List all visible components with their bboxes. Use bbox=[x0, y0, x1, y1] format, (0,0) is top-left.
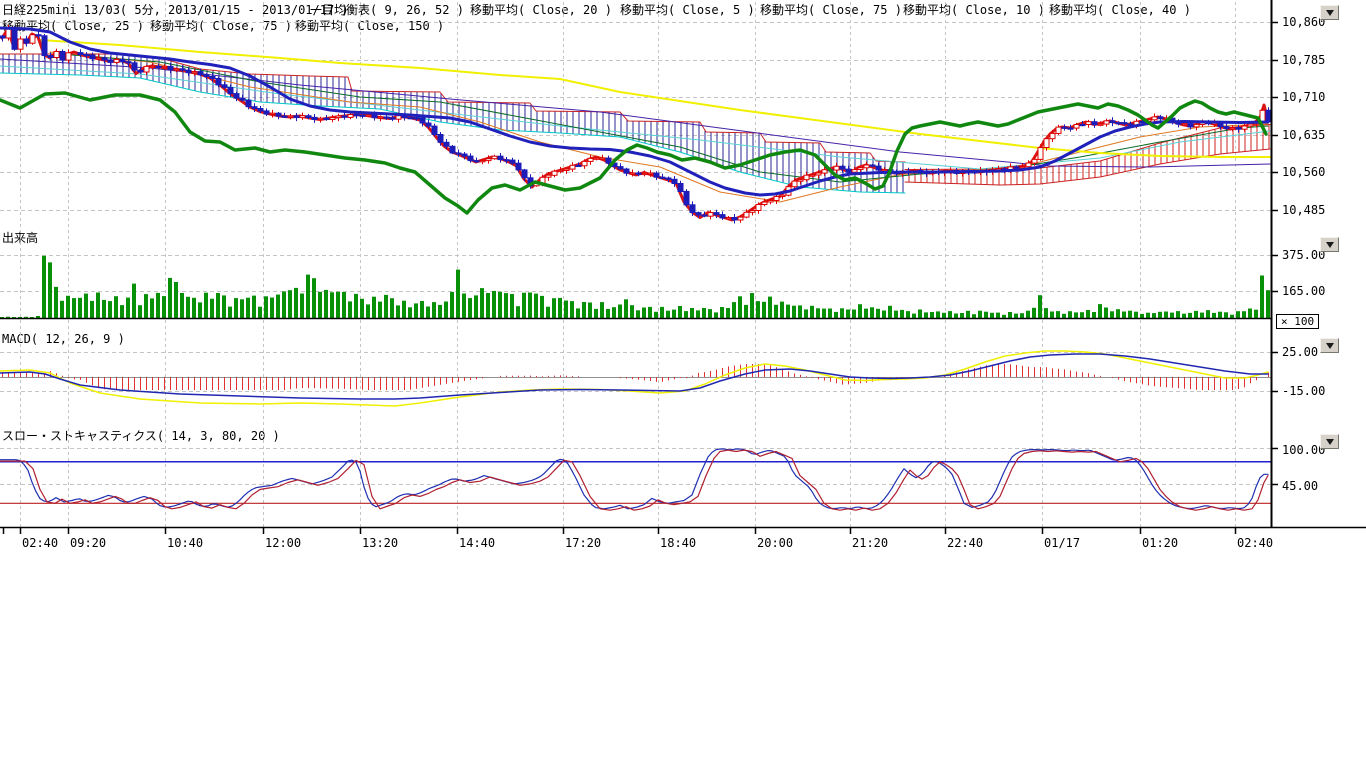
chevron-down-icon bbox=[1326, 439, 1334, 445]
scale-dropdown-button[interactable] bbox=[1320, 237, 1339, 252]
chart-canvas bbox=[0, 0, 1366, 768]
volume-multiplier-badge: × 100 bbox=[1276, 314, 1319, 329]
scale-dropdown-button[interactable] bbox=[1320, 338, 1339, 353]
chevron-down-icon bbox=[1326, 10, 1334, 16]
chevron-down-icon bbox=[1326, 343, 1334, 349]
chart-app-window: 日経225mini 13/03( 5分, 2013/01/15 - 2013/0… bbox=[0, 0, 1366, 768]
chevron-down-icon bbox=[1326, 242, 1334, 248]
scale-dropdown-button[interactable] bbox=[1320, 5, 1339, 20]
scale-dropdown-button[interactable] bbox=[1320, 434, 1339, 449]
